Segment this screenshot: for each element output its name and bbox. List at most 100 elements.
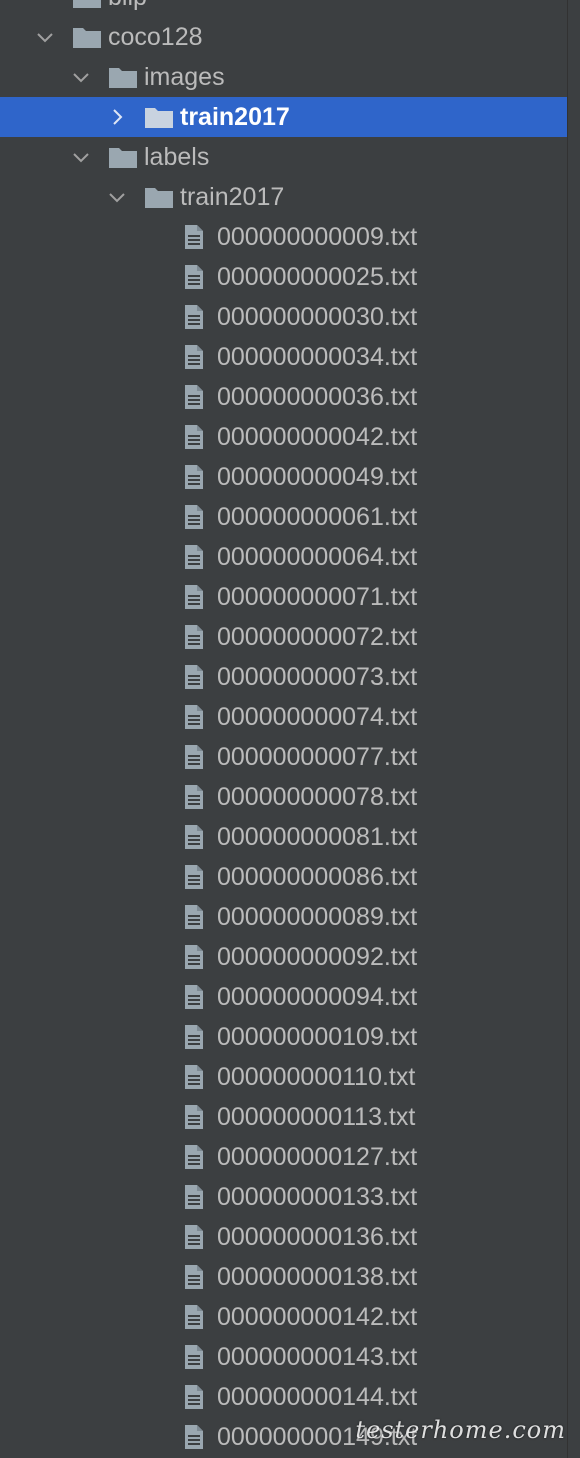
tree-node-file[interactable]: 000000000074.txt: [0, 697, 568, 737]
text-file-icon: [184, 1144, 204, 1170]
text-file-icon: [184, 904, 204, 930]
tree-node-label: 000000000074.txt: [217, 703, 418, 731]
tree-node-label: 000000000089.txt: [217, 903, 418, 931]
text-file-icon: [184, 1104, 204, 1130]
tree-node-label: 000000000061.txt: [217, 503, 418, 531]
tree-node-label: 000000000034.txt: [217, 343, 418, 371]
tree-node-label: 000000000144.txt: [217, 1383, 418, 1411]
folder-icon: [72, 25, 102, 49]
folder-icon: [144, 185, 174, 209]
chevron-right-icon[interactable]: [105, 105, 129, 129]
text-file-icon: [184, 344, 204, 370]
text-file-icon: [184, 944, 204, 970]
text-file-icon: [184, 464, 204, 490]
tree-node-label: 000000000094.txt: [217, 983, 418, 1011]
text-file-icon: [184, 1264, 204, 1290]
text-file-icon: [184, 1184, 204, 1210]
tree-node-label: coco128: [108, 23, 203, 51]
tree-node-file[interactable]: 000000000034.txt: [0, 337, 568, 377]
text-file-icon: [184, 584, 204, 610]
tree-node-label: 000000000143.txt: [217, 1343, 418, 1371]
text-file-icon: [184, 1344, 204, 1370]
project-tree: blip coco128 images train2017: [0, 0, 568, 1457]
text-file-icon: [184, 1064, 204, 1090]
tree-node-images[interactable]: images: [0, 57, 568, 97]
tree-node-file[interactable]: 000000000077.txt: [0, 737, 568, 777]
tree-node-label: 000000000025.txt: [217, 263, 418, 291]
tree-node-file[interactable]: 000000000049.txt: [0, 457, 568, 497]
tree-node-file[interactable]: 000000000072.txt: [0, 617, 568, 657]
tree-node-file[interactable]: 000000000144.txt: [0, 1377, 568, 1417]
tree-node-coco128[interactable]: coco128: [0, 17, 568, 57]
chevron-down-icon[interactable]: [105, 185, 129, 209]
tree-node-file[interactable]: 000000000064.txt: [0, 537, 568, 577]
tree-node-file[interactable]: 000000000089.txt: [0, 897, 568, 937]
tree-node-file[interactable]: 000000000133.txt: [0, 1177, 568, 1217]
tree-node-label: blip: [108, 0, 147, 11]
text-file-icon: [184, 864, 204, 890]
tree-node-file[interactable]: 000000000061.txt: [0, 497, 568, 537]
tree-node-file[interactable]: 000000000036.txt: [0, 377, 568, 417]
tree-node-label: 000000000072.txt: [217, 623, 418, 651]
chevron-down-icon[interactable]: [69, 145, 93, 169]
tree-node-label: 000000000092.txt: [217, 943, 418, 971]
tree-node-file[interactable]: 000000000081.txt: [0, 817, 568, 857]
tree-node-file[interactable]: 000000000086.txt: [0, 857, 568, 897]
tree-node-file[interactable]: 000000000092.txt: [0, 937, 568, 977]
tree-node-file[interactable]: 000000000094.txt: [0, 977, 568, 1017]
tree-node-label: 000000000049.txt: [217, 463, 418, 491]
tree-node-label: 000000000071.txt: [217, 583, 418, 611]
tree-node-label: 000000000030.txt: [217, 303, 418, 331]
text-file-icon: [184, 1424, 204, 1450]
tree-node-label: images: [144, 63, 225, 91]
chevron-down-icon[interactable]: [69, 65, 93, 89]
text-file-icon: [184, 624, 204, 650]
text-file-icon: [184, 824, 204, 850]
text-file-icon: [184, 224, 204, 250]
tree-node-label: 000000000109.txt: [217, 1023, 418, 1051]
tree-node-label: 000000000042.txt: [217, 423, 418, 451]
text-file-icon: [184, 384, 204, 410]
tree-node-file[interactable]: 000000000142.txt: [0, 1297, 568, 1337]
vertical-scrollbar[interactable]: [567, 0, 580, 1458]
tree-node-label: 000000000064.txt: [217, 543, 418, 571]
tree-node-file[interactable]: 000000000136.txt: [0, 1217, 568, 1257]
tree-node-label: 000000000009.txt: [217, 223, 418, 251]
tree-node-label: 000000000113.txt: [217, 1103, 416, 1131]
tree-node-label: 000000000078.txt: [217, 783, 418, 811]
tree-node-images-train2017[interactable]: train2017: [0, 97, 568, 137]
text-file-icon: [184, 1304, 204, 1330]
tree-node-labels[interactable]: labels: [0, 137, 568, 177]
tree-node-file[interactable]: 000000000078.txt: [0, 777, 568, 817]
tree-node-label: 000000000138.txt: [217, 1263, 418, 1291]
tree-node-file[interactable]: 000000000073.txt: [0, 657, 568, 697]
tree-node-file[interactable]: 000000000127.txt: [0, 1137, 568, 1177]
tree-node-label: 000000000036.txt: [217, 383, 418, 411]
tree-node-blip[interactable]: blip: [0, 0, 568, 17]
watermark: testerhome.com: [355, 1416, 566, 1444]
folder-icon: [72, 0, 102, 9]
tree-node-file[interactable]: 000000000109.txt: [0, 1017, 568, 1057]
tree-node-label: train2017: [180, 103, 290, 131]
tree-node-label: 000000000086.txt: [217, 863, 418, 891]
tree-node-file[interactable]: 000000000113.txt: [0, 1097, 568, 1137]
tree-node-label: 000000000127.txt: [217, 1143, 418, 1171]
chevron-down-icon[interactable]: [33, 25, 57, 49]
tree-node-file[interactable]: 000000000138.txt: [0, 1257, 568, 1297]
tree-node-file[interactable]: 000000000143.txt: [0, 1337, 568, 1377]
tree-node-label: 000000000077.txt: [217, 743, 418, 771]
text-file-icon: [184, 504, 204, 530]
text-file-icon: [184, 544, 204, 570]
tree-node-labels-train2017[interactable]: train2017: [0, 177, 568, 217]
folder-icon: [144, 105, 174, 129]
tree-node-file[interactable]: 000000000042.txt: [0, 417, 568, 457]
tree-node-file[interactable]: 000000000110.txt: [0, 1057, 568, 1097]
tree-node-file[interactable]: 000000000071.txt: [0, 577, 568, 617]
folder-icon: [108, 145, 138, 169]
tree-node-file[interactable]: 000000000009.txt: [0, 217, 568, 257]
text-file-icon: [184, 984, 204, 1010]
tree-node-file[interactable]: 000000000025.txt: [0, 257, 568, 297]
tree-node-label: 000000000081.txt: [217, 823, 418, 851]
text-file-icon: [184, 264, 204, 290]
tree-node-file[interactable]: 000000000030.txt: [0, 297, 568, 337]
